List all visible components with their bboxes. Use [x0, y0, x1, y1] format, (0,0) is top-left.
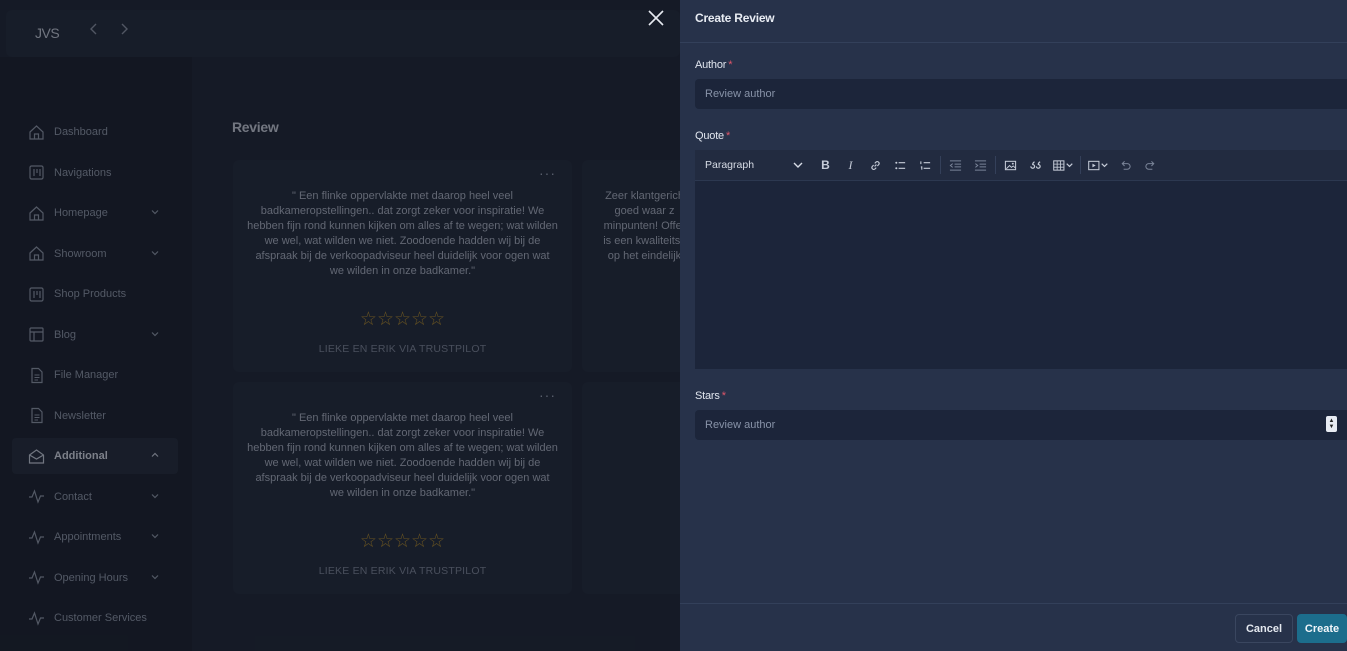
- toolbar-divider: [995, 156, 996, 174]
- outdent-icon[interactable]: [943, 150, 968, 180]
- undo-icon[interactable]: [1113, 150, 1138, 180]
- italic-icon[interactable]: I: [838, 150, 863, 180]
- required-mark: *: [728, 59, 733, 71]
- stars-label: Stars *: [695, 390, 726, 402]
- quote-label-text: Quote: [695, 130, 724, 142]
- stars-input[interactable]: [695, 410, 1347, 440]
- indent-icon[interactable]: [968, 150, 993, 180]
- modal-backdrop[interactable]: [0, 0, 680, 651]
- create-review-drawer: Create Review Author* Quote* Paragraph B…: [680, 0, 1347, 651]
- drawer-header: Create Review: [680, 0, 1347, 43]
- block-quote-icon[interactable]: [1023, 150, 1048, 180]
- media-embed-icon[interactable]: [1083, 150, 1113, 180]
- chevron-down-icon: [793, 160, 803, 170]
- stepper-down-icon[interactable]: ▼: [1329, 424, 1335, 430]
- quote-label: Quote *: [695, 130, 730, 142]
- toolbar-divider: [940, 156, 941, 174]
- block-format-value: Paragraph: [705, 159, 755, 171]
- toolbar-divider: [1080, 156, 1081, 174]
- bold-icon[interactable]: B: [813, 150, 838, 180]
- cancel-button[interactable]: Cancel: [1235, 614, 1293, 643]
- table-icon[interactable]: [1048, 150, 1078, 180]
- required-mark: *: [721, 390, 726, 402]
- close-icon[interactable]: [646, 8, 666, 28]
- author-input[interactable]: [695, 79, 1347, 109]
- drawer-title: Create Review: [695, 11, 775, 25]
- stars-label-text: Stars: [695, 390, 720, 402]
- link-icon[interactable]: [863, 150, 888, 180]
- block-format-select[interactable]: Paragraph: [695, 150, 807, 180]
- drawer-footer: Cancel Create: [680, 603, 1347, 651]
- create-button[interactable]: Create: [1297, 614, 1347, 643]
- required-mark: *: [725, 130, 731, 142]
- author-label-text: Author: [695, 59, 727, 71]
- quote-editor[interactable]: [695, 180, 1347, 369]
- author-label: Author *: [695, 59, 733, 71]
- numbered-list-icon[interactable]: [913, 150, 938, 180]
- image-icon[interactable]: [998, 150, 1023, 180]
- number-stepper[interactable]: ▲ ▼: [1326, 416, 1337, 432]
- redo-icon[interactable]: [1138, 150, 1163, 180]
- editor-toolbar: Paragraph B I: [695, 150, 1347, 180]
- bulleted-list-icon[interactable]: [888, 150, 913, 180]
